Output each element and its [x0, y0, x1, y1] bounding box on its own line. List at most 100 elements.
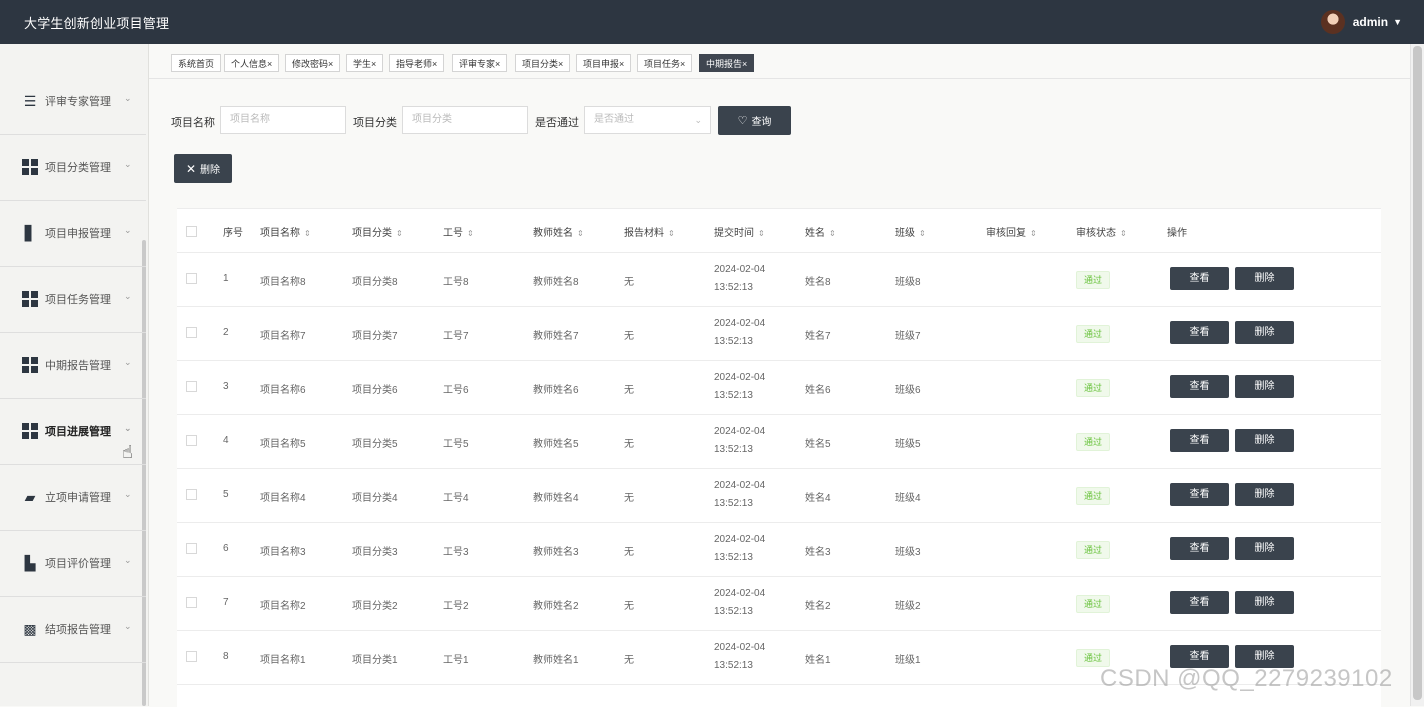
view-button[interactable]: 查看 [1170, 483, 1229, 506]
header-project-name[interactable]: 项目名称 ⇕ [260, 224, 311, 239]
sidebar-item-final[interactable]: ▩ 结项报告管理 ⌄ [0, 596, 146, 663]
delete-button[interactable]: 删除 [1235, 429, 1294, 452]
cell-category: 项目分类2 [352, 601, 398, 612]
user-menu[interactable]: admin ▼ [1320, 10, 1402, 34]
header-class[interactable]: 班级 ⇕ [895, 224, 926, 239]
view-button[interactable]: 查看 [1170, 591, 1229, 614]
cell-student: 姓名2 [805, 601, 831, 612]
chevron-down-icon: ⌄ [124, 621, 132, 631]
row-checkbox[interactable] [186, 597, 197, 608]
chevron-down-icon: ⌄ [124, 225, 132, 235]
row-checkbox[interactable] [186, 327, 197, 338]
row-checkbox[interactable] [186, 273, 197, 284]
tab-profile[interactable]: 个人信息× [224, 54, 280, 72]
sidebar-item-label: 中期报告管理 [45, 360, 111, 372]
cell-student: 姓名4 [805, 493, 831, 504]
view-button[interactable]: 查看 [1170, 375, 1229, 398]
header-reply[interactable]: 审核回复 ⇕ [986, 224, 1037, 239]
passed-label: 是否通过 [535, 117, 579, 129]
cell-project-name: 项目名称3 [260, 547, 306, 558]
view-button[interactable]: 查看 [1170, 429, 1229, 452]
cell-class: 班级2 [895, 601, 921, 612]
view-button[interactable]: 查看 [1170, 537, 1229, 560]
view-button[interactable]: 查看 [1170, 267, 1229, 290]
cell-time: 2024-02-04 13:52:13 [714, 372, 766, 401]
name-input[interactable]: 项目名称 [220, 106, 346, 134]
view-button[interactable]: 查看 [1170, 321, 1229, 344]
username[interactable]: admin [1353, 15, 1388, 29]
tab-midterm[interactable]: 中期报告× [699, 54, 755, 72]
sort-icon: ⇕ [829, 229, 836, 238]
cell-project-name: 项目名称5 [260, 439, 306, 450]
row-checkbox[interactable] [186, 651, 197, 662]
sidebar-item-midterm[interactable]: 中期报告管理 ⌄ [0, 332, 146, 399]
header-divider [177, 252, 1381, 253]
header-time[interactable]: 提交时间 ⇕ [714, 224, 765, 239]
cell-time: 2024-02-04 13:52:13 [714, 264, 766, 293]
tab-teacher[interactable]: 指导老师× [389, 54, 445, 72]
cell-class: 班级6 [895, 385, 921, 396]
cell-no: 4 [223, 435, 229, 446]
delete-button[interactable]: 删除 [1235, 483, 1294, 506]
header-status[interactable]: 审核状态 ⇕ [1076, 224, 1127, 239]
tab-home[interactable]: 系统首页 [171, 54, 222, 72]
pointer-cursor-icon: ☝ [122, 442, 133, 462]
passed-select[interactable]: 是否通过 ⌄ [584, 106, 711, 134]
sidebar-item-apply[interactable]: ▰ 立项申请管理 ⌄ [0, 464, 146, 531]
sidebar-item-task[interactable]: 项目任务管理 ⌄ [0, 266, 146, 333]
query-button[interactable]: ♡ 查询 [718, 106, 791, 135]
delete-button[interactable]: 删除 [1235, 267, 1294, 290]
category-input[interactable]: 项目分类 [402, 106, 528, 134]
delete-button[interactable]: 删除 [1235, 591, 1294, 614]
sidebar-item-declare[interactable]: ▋ 项目申报管理 ⌄ [0, 200, 146, 267]
header-material[interactable]: 报告材料 ⇕ [624, 224, 675, 239]
tab-category[interactable]: 项目分类× [515, 54, 571, 72]
tab-expert[interactable]: 评审专家× [452, 54, 508, 72]
delete-button[interactable]: 删除 [1235, 321, 1294, 344]
app-title: 大学生创新创业项目管理 [24, 16, 170, 31]
delete-button[interactable]: 删除 [1235, 537, 1294, 560]
header-teacher[interactable]: 教师姓名 ⇕ [533, 224, 584, 239]
tab-password[interactable]: 修改密码× [285, 54, 341, 72]
status-badge: 通过 [1076, 433, 1110, 451]
cell-material: 无 [624, 277, 634, 288]
scrollbar-thumb[interactable] [1413, 46, 1422, 700]
cell-teacher: 教师姓名4 [533, 493, 579, 504]
cell-project-name: 项目名称4 [260, 493, 306, 504]
cell-category: 项目分类5 [352, 439, 398, 450]
top-bar: 大学生创新创业项目管理 admin ▼ [0, 0, 1424, 44]
cell-no: 3 [223, 381, 229, 392]
cell-project-name: 项目名称1 [260, 655, 306, 666]
sidebar-item-expert[interactable]: ☰ 评审专家管理 ⌄ [0, 68, 146, 135]
grid-icon [22, 357, 38, 373]
sort-icon: ⇕ [919, 229, 926, 238]
cell-job-no: 工号1 [443, 655, 469, 666]
cell-student: 姓名3 [805, 547, 831, 558]
tab-declare[interactable]: 项目申报× [576, 54, 632, 72]
row-checkbox[interactable] [186, 381, 197, 392]
header-job-no[interactable]: 工号 ⇕ [443, 224, 474, 239]
sort-icon: ⇕ [396, 229, 403, 238]
list-icon: ☰ [23, 93, 37, 109]
row-checkbox[interactable] [186, 543, 197, 554]
batch-delete-button[interactable]: ✕ 删除 [174, 154, 232, 183]
tab-task[interactable]: 项目任务× [637, 54, 693, 72]
caret-down-icon[interactable]: ▼ [1393, 17, 1402, 27]
select-all-checkbox[interactable] [186, 226, 197, 237]
cell-job-no: 工号4 [443, 493, 469, 504]
sort-icon: ⇕ [1120, 229, 1127, 238]
page-scrollbar[interactable] [1410, 44, 1424, 706]
chevron-down-icon: ⌄ [124, 93, 132, 103]
header-student[interactable]: 姓名 ⇕ [805, 224, 836, 239]
cell-class: 班级7 [895, 331, 921, 342]
sidebar-item-category[interactable]: 项目分类管理 ⌄ [0, 134, 146, 201]
header-category[interactable]: 项目分类 ⇕ [352, 224, 403, 239]
row-checkbox[interactable] [186, 489, 197, 500]
sidebar-item-evaluation[interactable]: ▙ 项目评价管理 ⌄ [0, 530, 146, 597]
avatar[interactable] [1320, 10, 1345, 34]
tab-student[interactable]: 学生× [346, 54, 384, 72]
cell-class: 班级4 [895, 493, 921, 504]
row-checkbox[interactable] [186, 435, 197, 446]
cell-category: 项目分类3 [352, 547, 398, 558]
delete-button[interactable]: 删除 [1235, 375, 1294, 398]
